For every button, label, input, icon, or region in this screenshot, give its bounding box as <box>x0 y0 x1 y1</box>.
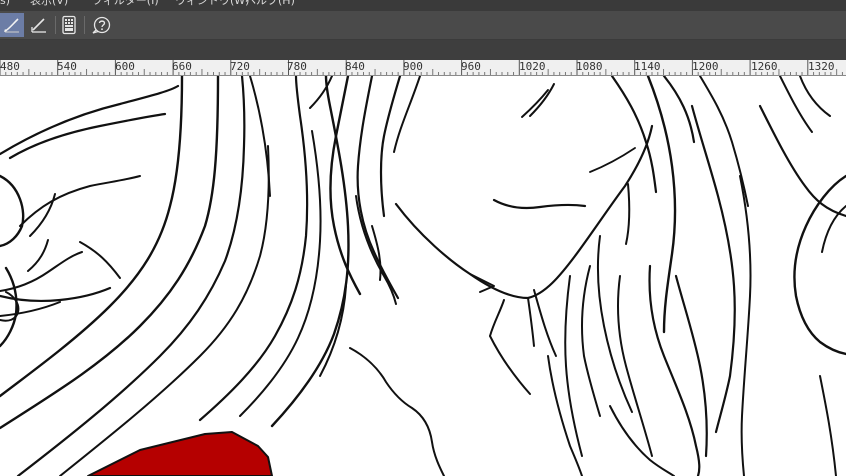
toolbar-separator <box>55 16 56 34</box>
help-button[interactable] <box>88 13 114 37</box>
bow-outline <box>0 174 25 248</box>
ruler-label: 540 <box>57 60 77 73</box>
ruler-label: 960 <box>461 60 481 73</box>
red-fill-region <box>87 431 273 476</box>
pen-tool-icon <box>4 18 19 33</box>
menu-item-help[interactable]: ヘルプ(H) <box>245 0 295 8</box>
device-panel-icon <box>62 15 76 35</box>
pen-tool-button[interactable] <box>0 13 24 37</box>
ruler-label: 1140 <box>634 60 661 73</box>
ruler-label: 1260 <box>751 60 778 73</box>
line-art <box>0 76 846 476</box>
panel-strip <box>0 40 846 60</box>
ruler-label: 1020 <box>519 60 546 73</box>
menu-item-view[interactable]: 表示(V) <box>30 0 68 8</box>
ruler-label: 600 <box>115 60 135 73</box>
menu-item-window[interactable]: ウィンドウ(W) <box>175 0 249 8</box>
ruler-label: 480 <box>0 60 20 73</box>
ruler-label: 900 <box>403 60 423 73</box>
tool-bar <box>0 11 846 40</box>
menu-bar: s) 表示(V) フィルター(I) ウィンドウ(W) ヘルプ(H) <box>0 0 846 11</box>
help-icon <box>92 16 111 34</box>
toolbar-separator <box>84 16 85 34</box>
horizontal-ruler[interactable]: 480 540 600 660 720 780 840 900 960 1020… <box>0 60 846 76</box>
ruler-label: 1200 <box>692 60 719 73</box>
ruler-label: 780 <box>287 60 307 73</box>
ruler-label: 660 <box>172 60 192 73</box>
ruler-pen-button[interactable] <box>27 13 51 37</box>
ruler-pen-icon <box>31 18 46 33</box>
ruler-label: 1080 <box>576 60 603 73</box>
ruler-label: 1320 <box>808 60 835 73</box>
menu-item-tools[interactable]: s) <box>0 0 10 8</box>
device-panel-button[interactable] <box>58 13 80 37</box>
ruler-label: 720 <box>230 60 250 73</box>
ruler-label: 840 <box>345 60 365 73</box>
drawing-canvas[interactable] <box>0 76 846 476</box>
menu-item-filter[interactable]: フィルター(I) <box>92 0 159 8</box>
